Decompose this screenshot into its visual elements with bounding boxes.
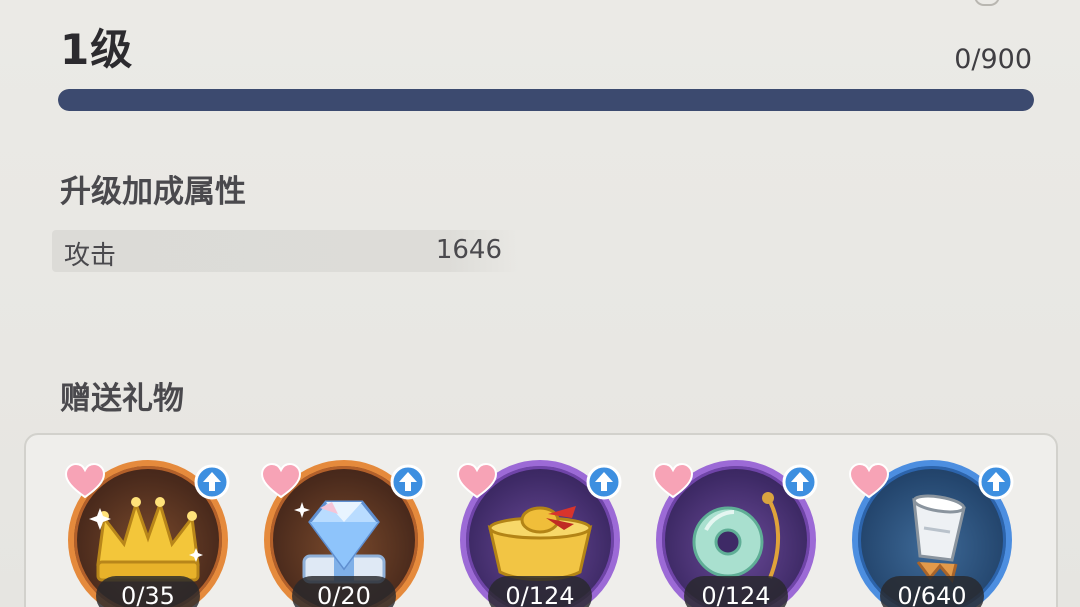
gifts-title: 赠送礼物 (60, 381, 184, 417)
gift-count: 0/124 (684, 576, 788, 607)
gift-slot-jade-disc[interactable]: 0/124 (652, 460, 826, 607)
gift-slot-diamond[interactable]: 0/20 (260, 460, 434, 607)
attribute-value: 1646 (435, 235, 502, 265)
gift-count: 0/640 (880, 576, 984, 607)
experience-bar-track (58, 89, 1034, 111)
upgrade-arrow-icon (586, 464, 622, 500)
gift-slot-crown[interactable]: 0/35 (64, 460, 238, 607)
heart-icon (260, 462, 302, 499)
heart-icon (64, 462, 106, 499)
attribute-name: 攻击 (64, 241, 117, 271)
upgrade-arrow-icon (978, 464, 1014, 500)
attribute-row: 攻击 1646 (52, 230, 518, 272)
close-button-edge (974, 0, 1000, 6)
gift-slot-silver-cup[interactable]: 0/640 (848, 460, 1022, 607)
experience-bar (58, 89, 1034, 111)
gift-count: 0/20 (292, 576, 396, 607)
gift-count: 0/35 (96, 576, 200, 607)
upgrade-bonus-title: 升级加成属性 (60, 174, 246, 210)
gift-count: 0/124 (488, 576, 592, 607)
gift-slot-gold-ingot[interactable]: 0/124 (456, 460, 630, 607)
upgrade-arrow-icon (194, 464, 230, 500)
upgrade-arrow-icon (390, 464, 426, 500)
experience-text: 0/900 (954, 44, 1032, 75)
upgrade-arrow-icon (782, 464, 818, 500)
heart-icon (848, 462, 890, 499)
heart-icon (456, 462, 498, 499)
heart-icon (652, 462, 694, 499)
level-label: 1级 (60, 25, 134, 74)
